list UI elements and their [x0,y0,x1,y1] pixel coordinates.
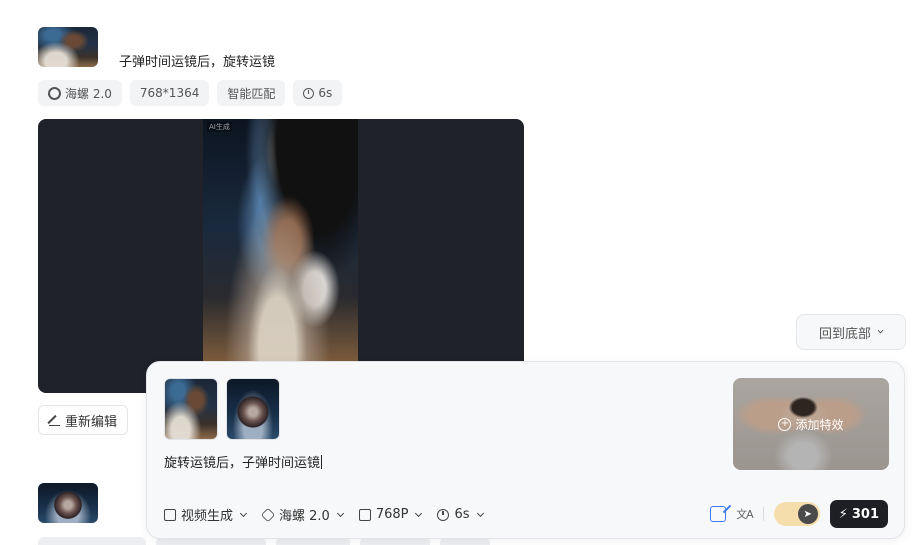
resolution-select-label: 768P [375,507,409,522]
duration-tag: 6s [293,80,343,106]
clock-icon [303,87,315,99]
back-to-bottom-button[interactable]: 回到底部 [796,314,906,350]
model-logo-icon [48,86,61,100]
add-effect-overlay: + 添加特效 [733,378,889,470]
chevron-down-icon [415,509,423,517]
mode-select[interactable]: 视频生成 [164,505,248,524]
lightning-icon: ⚡ [838,506,848,522]
next-task-thumbnail[interactable] [38,483,98,523]
add-effect-label: 添加特效 [795,417,844,432]
translate-icon[interactable]: 文A [736,506,754,522]
plus-circle-icon: + [778,417,792,431]
prompt-input[interactable]: 旋转运镜后，子弹时间运镜 [164,452,323,471]
generate-credits-button[interactable]: ⚡ 301 [829,500,888,528]
resolution-tag: 768*1364 [129,80,210,106]
model-select[interactable]: 海螺 2.0 [260,505,344,524]
chevron-down-icon [239,509,248,517]
prompt-input-text: 旋转运镜后，子弹时间运镜 [164,456,321,471]
model-tag: 海螺 2.0 [38,80,122,106]
model-cube-icon [260,507,276,522]
chevron-down-icon [336,509,344,517]
reference-image-thumbnail[interactable] [38,27,98,67]
prompt-composer: 旋转运镜后，子弹时间运镜 + 添加特效 视频生成 海螺 2.0 768P 6s … [146,361,905,539]
add-effect-card[interactable]: + 添加特效 [733,378,889,470]
mode-select-label: 视频生成 [181,509,234,524]
task-actions: 重新编辑 [38,405,129,435]
tag-placeholder [38,537,146,545]
model-select-label: 海螺 2.0 [279,509,330,524]
resolution-tag-label: 768*1364 [139,86,200,100]
back-to-bottom-label: 回到底部 [818,326,871,342]
reedit-button-label: 重新编辑 [65,414,118,430]
chevron-down-icon [476,509,484,517]
video-frame[interactable]: AI生成 [203,119,358,393]
divider [762,507,764,521]
composer-right-tools: 文A ➤ ⚡ 301 [710,500,888,528]
resolution-select[interactable]: 768P [358,507,423,522]
credits-count: 301 [851,506,879,522]
video-mode-icon [164,508,176,521]
model-tag-label: 海螺 2.0 [65,86,112,101]
pencil-icon [49,415,60,426]
rocket-icon: ➤ [797,504,818,524]
duration-tag-label: 6s [318,86,333,100]
duration-select[interactable]: 6s [437,507,484,522]
generate-toggle[interactable]: ➤ [773,502,820,526]
task-tags: 海螺 2.0 768*1364 智能匹配 6s [38,80,343,106]
chevron-down-icon [877,327,884,334]
resolution-icon [358,508,371,521]
task-prompt-text: 子弹时间运镜后，旋转运镜 [119,55,276,70]
aspect-tag: 智能匹配 [217,80,286,106]
app-root: 子弹时间运镜后，旋转运镜 海螺 2.0 768*1364 智能匹配 6s AI生… [0,0,921,545]
clock-icon [437,508,450,521]
reference-image-1[interactable] [164,378,218,440]
video-player[interactable]: AI生成 [38,119,524,393]
reference-image-2[interactable] [226,378,280,440]
text-caret [321,455,323,469]
aspect-tag-label: 智能匹配 [227,86,276,101]
reedit-button[interactable]: 重新编辑 [38,405,129,435]
ai-watermark: AI生成 [207,122,232,132]
prompt-optimize-icon[interactable] [710,506,727,522]
composer-toolbar: 视频生成 海螺 2.0 768P 6s [164,505,484,524]
duration-select-label: 6s [454,507,470,522]
